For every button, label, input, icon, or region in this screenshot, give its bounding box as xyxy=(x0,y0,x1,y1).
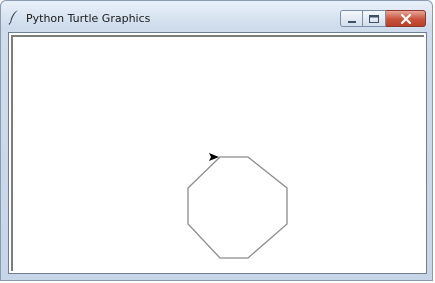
minimize-icon xyxy=(348,21,356,23)
close-icon xyxy=(400,13,412,25)
turtle-canvas-frame xyxy=(8,32,427,274)
turtle-window: Python Turtle Graphics xyxy=(0,0,433,281)
close-button[interactable] xyxy=(386,10,426,27)
title-bar[interactable]: Python Turtle Graphics xyxy=(1,1,432,31)
feather-icon xyxy=(8,10,18,25)
minimize-button[interactable] xyxy=(340,10,363,27)
octagon-path xyxy=(187,156,288,259)
window-title: Python Turtle Graphics xyxy=(26,12,151,25)
maximize-button[interactable] xyxy=(363,10,386,27)
turtle-canvas[interactable] xyxy=(11,35,424,271)
drawing-surface xyxy=(187,153,288,259)
caption-buttons xyxy=(340,10,426,27)
maximize-icon xyxy=(369,15,379,23)
